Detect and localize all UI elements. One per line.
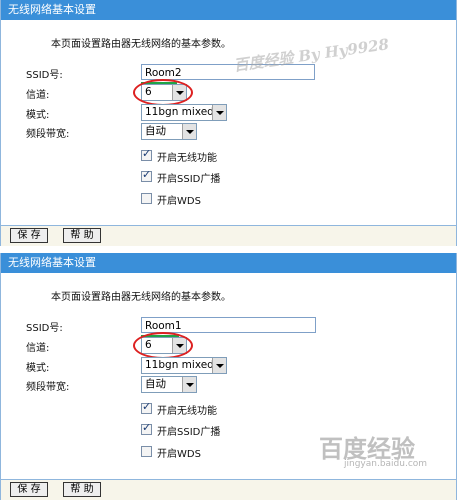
- enable-ssid-broadcast-row: 开启SSID广播: [26, 421, 326, 440]
- chevron-down-icon[interactable]: [212, 105, 226, 120]
- panel-footer: 保 存 帮 助: [1, 225, 456, 246]
- help-button[interactable]: 帮 助: [63, 228, 101, 243]
- channel-circle-annotation: [133, 79, 193, 106]
- enable-wireless-label: 开启无线功能: [157, 406, 217, 417]
- channel-label: 信道:: [26, 343, 50, 354]
- bandwidth-label: 频段带宽:: [26, 382, 70, 393]
- chevron-down-icon[interactable]: [182, 377, 196, 392]
- enable-wds-label: 开启WDS: [157, 196, 201, 207]
- panel-footer: 保 存 帮 助: [1, 479, 456, 500]
- wireless-settings-panel-1: 无线网络基本设置 本页面设置路由器无线网络的基本参数。 SSID号: Room2…: [0, 0, 457, 246]
- enable-ssid-broadcast-label: 开启SSID广播: [157, 174, 221, 185]
- panel-description: 本页面设置路由器无线网络的基本参数。: [51, 292, 231, 303]
- save-button[interactable]: 保 存: [10, 482, 48, 497]
- ssid-input[interactable]: Room1: [141, 317, 316, 333]
- enable-wds-row: 开启WDS: [26, 444, 326, 462]
- mode-label: 模式:: [26, 110, 50, 121]
- enable-wds-row: 开启WDS: [26, 191, 326, 209]
- enable-ssid-broadcast-checkbox[interactable]: [141, 168, 152, 182]
- enable-ssid-broadcast-checkbox[interactable]: [141, 421, 152, 435]
- mode-value: 11bgn mixed: [145, 106, 214, 118]
- enable-wireless-row: 开启无线功能: [26, 400, 326, 419]
- panel-title: 无线网络基本设置: [1, 0, 456, 20]
- channel-circle-annotation: [133, 332, 193, 359]
- enable-wds-label: 开启WDS: [157, 449, 201, 460]
- panel-title: 无线网络基本设置: [1, 253, 456, 273]
- bandwidth-label: 频段带宽:: [26, 129, 70, 140]
- help-button[interactable]: 帮 助: [63, 482, 101, 497]
- enable-ssid-broadcast-row: 开启SSID广播: [26, 168, 326, 187]
- chevron-down-icon[interactable]: [182, 124, 196, 139]
- panel-description: 本页面设置路由器无线网络的基本参数。: [51, 39, 231, 50]
- wireless-settings-panel-2: 无线网络基本设置 本页面设置路由器无线网络的基本参数。 SSID号: Room1…: [0, 253, 457, 500]
- enable-wireless-label: 开启无线功能: [157, 153, 217, 164]
- bandwidth-value: 自动: [145, 378, 166, 390]
- save-button[interactable]: 保 存: [10, 228, 48, 243]
- mode-select[interactable]: 11bgn mixed: [141, 357, 227, 374]
- mode-value: 11bgn mixed: [145, 359, 214, 371]
- enable-wds-checkbox[interactable]: [141, 446, 152, 457]
- bandwidth-value: 自动: [145, 125, 166, 137]
- enable-wds-checkbox[interactable]: [141, 193, 152, 204]
- enable-wireless-row: 开启无线功能: [26, 147, 326, 166]
- mode-select[interactable]: 11bgn mixed: [141, 104, 227, 121]
- ssid-label: SSID号:: [26, 323, 63, 334]
- enable-wireless-checkbox[interactable]: [141, 400, 152, 414]
- enable-wireless-checkbox[interactable]: [141, 147, 152, 161]
- bandwidth-select[interactable]: 自动: [141, 123, 197, 140]
- watermark-url: jingyan.baidu.com: [344, 459, 428, 469]
- bandwidth-select[interactable]: 自动: [141, 376, 197, 393]
- ssid-label: SSID号:: [26, 70, 63, 81]
- chevron-down-icon[interactable]: [212, 358, 226, 373]
- mode-label: 模式:: [26, 363, 50, 374]
- channel-label: 信道:: [26, 90, 50, 101]
- enable-ssid-broadcast-label: 开启SSID广播: [157, 427, 221, 438]
